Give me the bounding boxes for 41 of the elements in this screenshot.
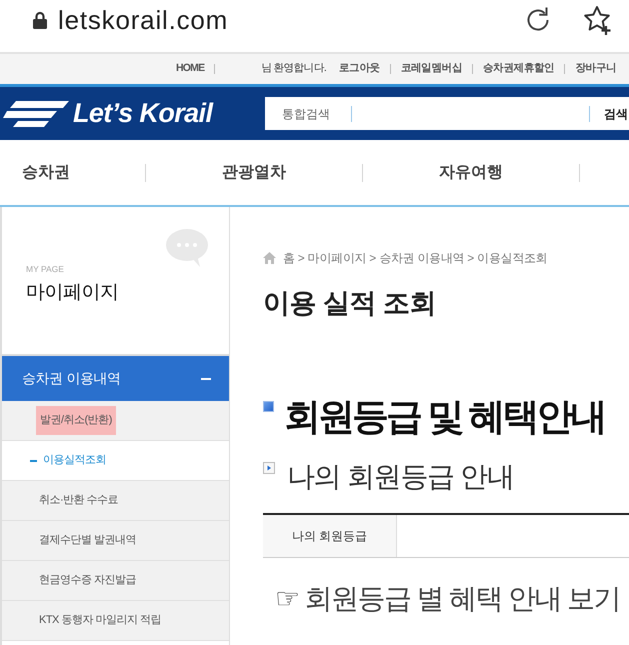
breadcrumb-separator: > (467, 250, 474, 267)
sidebar-link[interactable]: 결제수단별 발권내역 (39, 532, 136, 549)
menu-header[interactable]: 승차권 이용내역 (2, 356, 229, 401)
table-header-cell: 나의 회원등급 (263, 514, 397, 557)
sidebar-link[interactable]: 취소·반환 수수료 (39, 492, 118, 509)
search-button[interactable]: 검색 (590, 104, 629, 122)
eyebrow-text: MY PAGE (26, 264, 65, 274)
sidebar-link[interactable]: 이용실적조회 (43, 452, 106, 469)
square-bullet-icon (263, 401, 274, 412)
sidebar-link[interactable]: KTX 동행자 마일리지 적립 (39, 612, 162, 629)
breadcrumb-separator: > (369, 250, 376, 267)
section-title: 회원등급 및 혜택안내 (284, 396, 605, 439)
logo-link[interactable]: Let’s Korail (0, 93, 212, 134)
sidebar-link[interactable]: 현금영수증 자진발급 (39, 572, 136, 589)
lock-icon (33, 11, 47, 29)
star-plus-icon[interactable] (583, 4, 612, 36)
breadcrumb-link[interactable]: 이용실적조회 (477, 249, 548, 267)
breadcrumb-link[interactable]: 승차권 이용내역 (379, 249, 464, 267)
page-title: 이용 실적 조회 (263, 287, 436, 320)
util-link[interactable]: 로그아웃 (338, 61, 380, 77)
nav-link[interactable]: 관광열차 (146, 160, 362, 184)
stripes-logo-icon (3, 100, 69, 126)
util-link[interactable]: 장바구니 (575, 61, 616, 77)
benefits-link[interactable]: ☞ 회원등급 별 혜택 안내 보기 (275, 582, 620, 615)
search-scope-label: 통합검색 (282, 106, 330, 122)
breadcrumb-link[interactable]: 홈 (283, 249, 295, 267)
dash-icon (30, 460, 37, 462)
nav-link[interactable]: 자유여행 (363, 160, 579, 184)
play-box-icon (263, 462, 275, 474)
nav-link[interactable]: 승차권 (0, 160, 145, 184)
sidebar-title: 마이페이지 (26, 281, 118, 305)
util-link[interactable]: HOME (176, 61, 204, 77)
util-link[interactable]: 승차권제휴할인 (482, 61, 554, 77)
breadcrumb-link[interactable]: 마이페이지 (308, 249, 366, 267)
sidebar-link[interactable]: 발권/취소(반환) (36, 406, 116, 435)
home-icon (263, 252, 276, 264)
url-text: letskorail.com (58, 7, 228, 33)
breadcrumb-separator: > (298, 250, 305, 267)
welcome-text: 님 환영합니다. (261, 61, 326, 76)
section-subtitle: 나의 회원등급 안내 (287, 460, 514, 493)
util-link[interactable]: 코레일멤버십 (400, 61, 462, 77)
